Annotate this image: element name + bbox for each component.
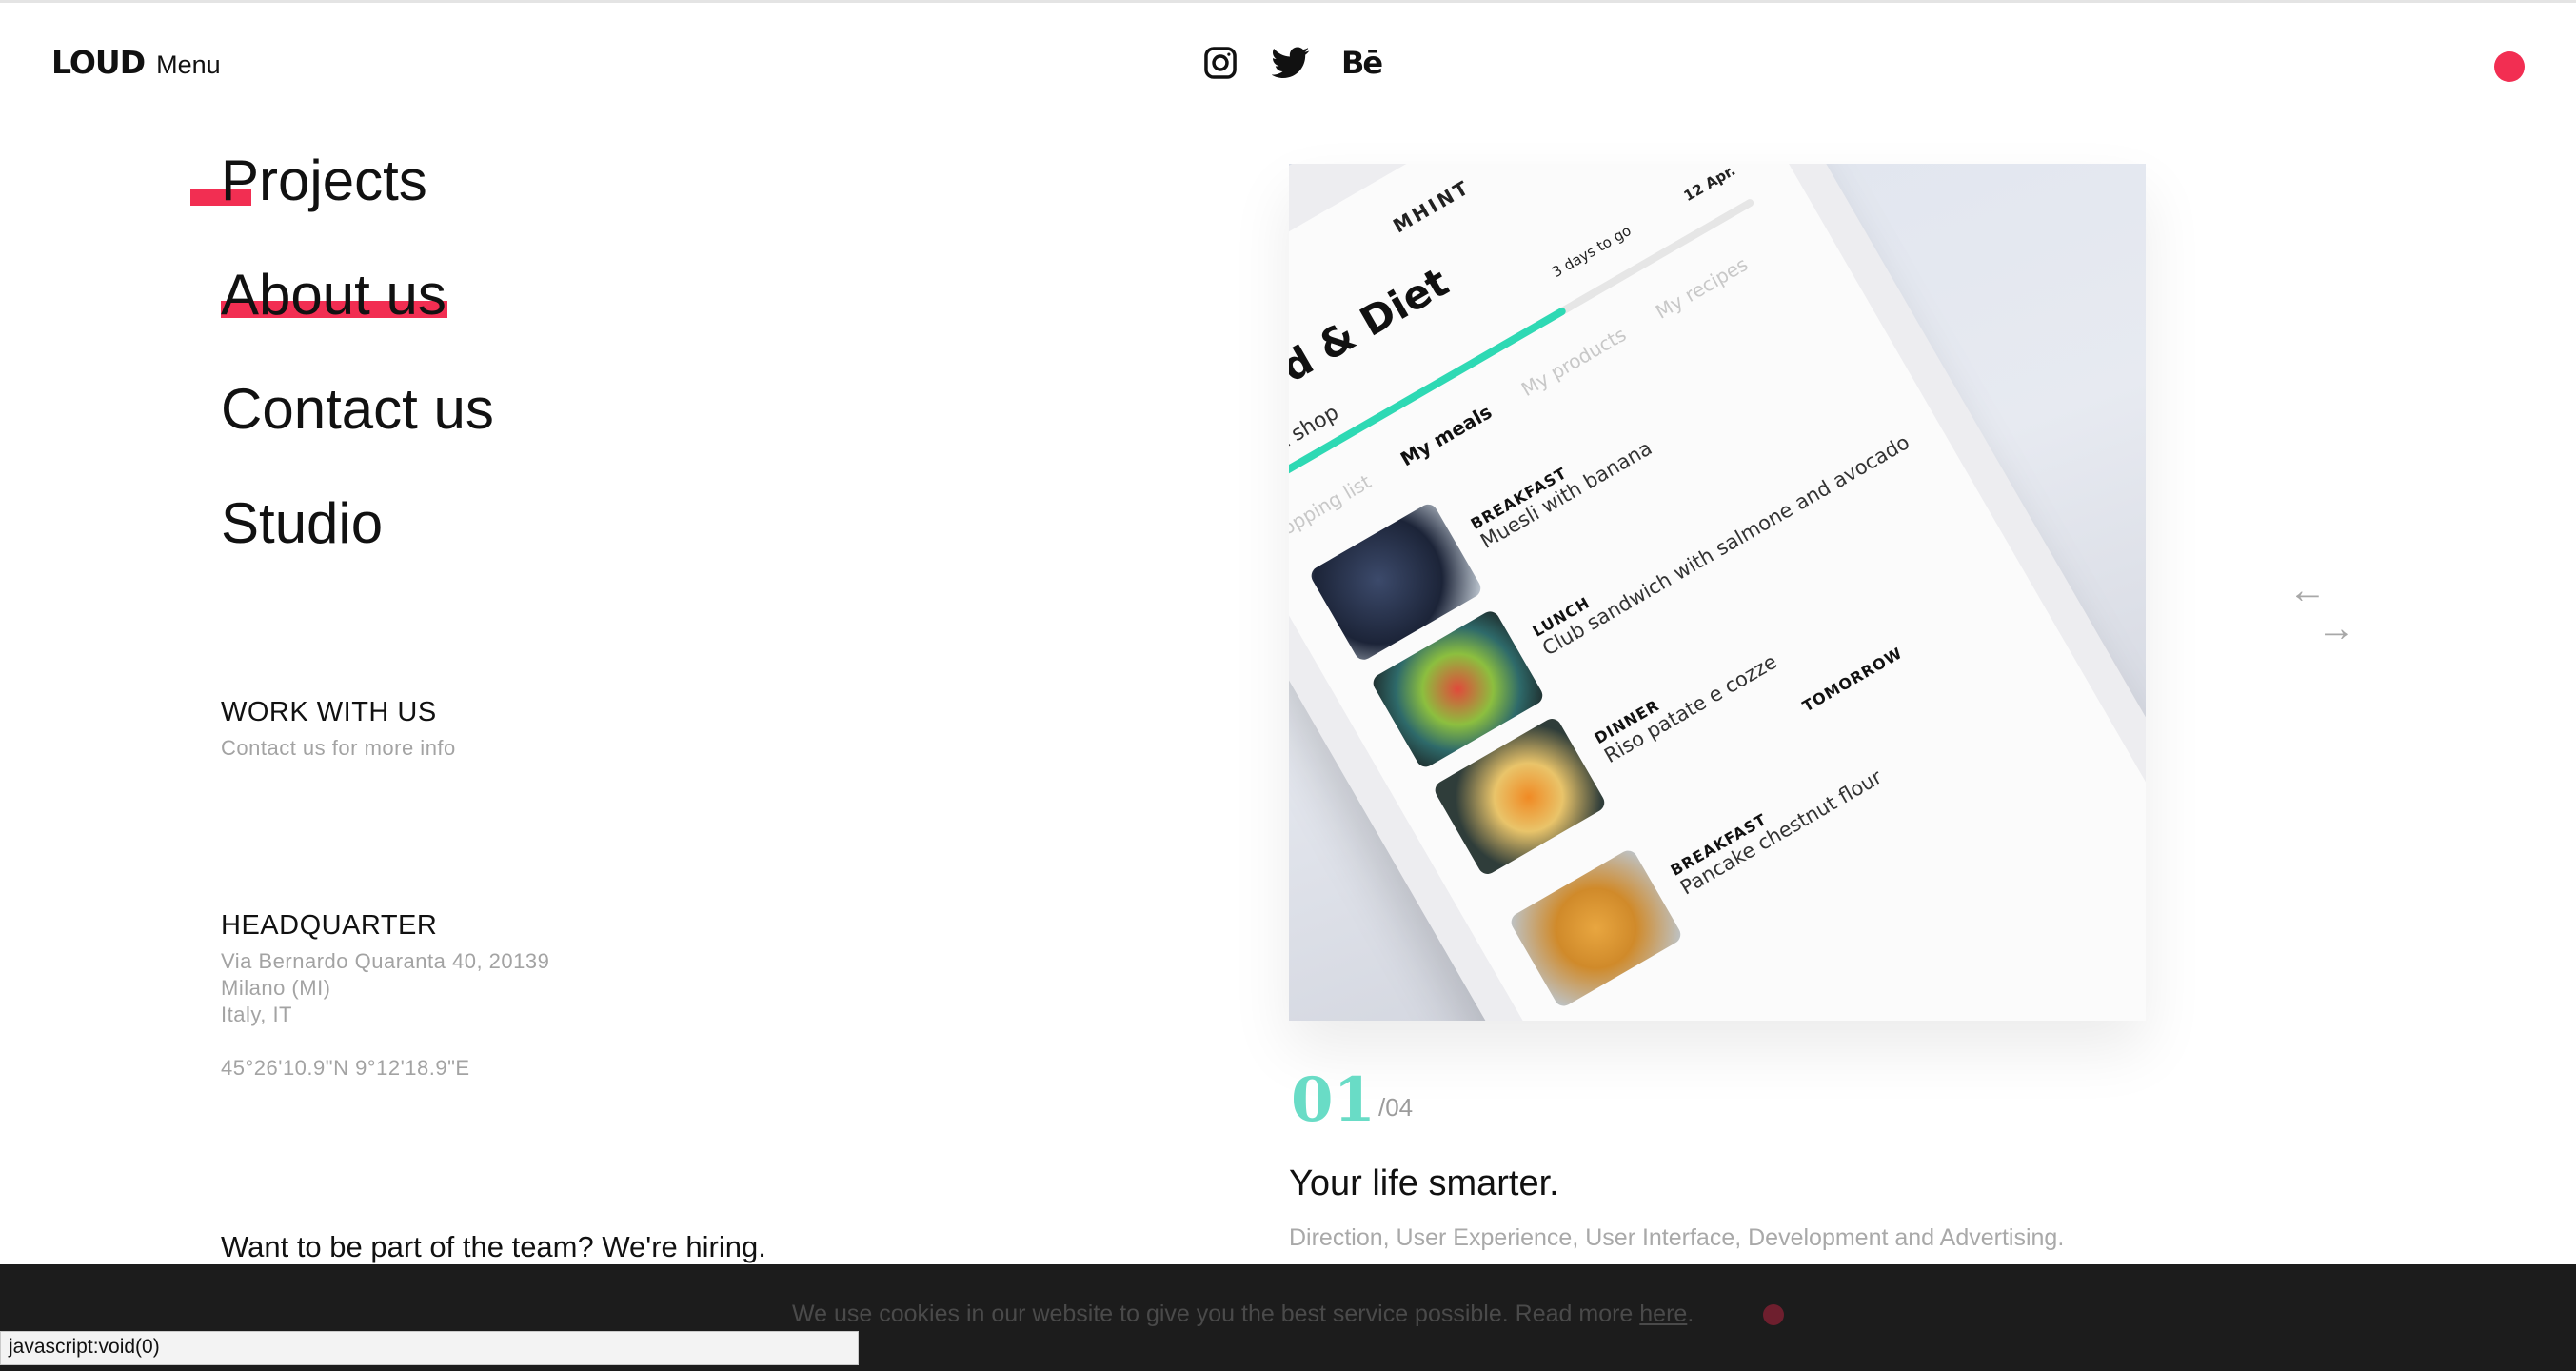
address-line: Via Bernardo Quaranta 40, 20139 (221, 949, 550, 973)
project-image[interactable]: MHINT Food & Diet Next shop 3 days to go… (1289, 164, 2146, 1021)
nav-item-label: Projects (221, 149, 427, 212)
nav-item-about-us[interactable]: About us (221, 267, 446, 324)
tab-my-products: My products (1516, 322, 1631, 402)
header-brand: LOUD Menu (51, 44, 221, 81)
contact-info-link[interactable]: Contact us for more info (221, 735, 456, 762)
phone-mockup: MHINT Food & Diet Next shop 3 days to go… (1289, 164, 2146, 1021)
meal-label: BREAKFAST (1667, 809, 1770, 880)
next-arrow-icon[interactable]: → (2317, 609, 2355, 647)
headquarter-heading: HEADQUARTER (221, 910, 438, 941)
project-description: Direction, User Experience, User Interfa… (1289, 1224, 2065, 1251)
meal-name: Riso patate e cozze (1599, 649, 1781, 767)
instagram-icon[interactable] (1201, 44, 1239, 82)
address-line: Italy, IT (221, 1003, 292, 1026)
hiring-link[interactable]: Want to be part of the team? We're hirin… (221, 1230, 766, 1264)
cookie-suffix: . (1687, 1301, 1694, 1327)
previous-arrow-icon[interactable]: ← (2289, 571, 2327, 609)
tab-shopping-list: opping list (1289, 469, 1376, 540)
meal-name: Pancake chestnut flour (1675, 765, 1886, 900)
menu-button[interactable]: Menu (156, 50, 221, 80)
twitter-icon[interactable] (1272, 44, 1310, 82)
cookie-dismiss-button[interactable] (1763, 1304, 1784, 1325)
nav-item-label: About us (221, 263, 446, 327)
nav-item-contact-us[interactable]: Contact us (221, 381, 494, 438)
phone-screen: MHINT Food & Diet Next shop 3 days to go… (1289, 164, 2146, 1021)
cookie-read-more-link[interactable]: here (1639, 1301, 1687, 1327)
cookie-message: We use cookies in our website to give yo… (792, 1301, 1694, 1328)
project-title[interactable]: Your life smarter. (1289, 1163, 1559, 1204)
tab-my-recipes: My recipes (1651, 252, 1752, 324)
nav-item-label: Studio (221, 491, 384, 555)
nav-item-projects[interactable]: Projects (221, 152, 427, 209)
pancake-photo (1507, 846, 1684, 1010)
app-brandmark: MHINT (1389, 174, 1475, 238)
logo[interactable]: LOUD (51, 44, 146, 81)
nav-item-label: Contact us (221, 377, 494, 441)
shop-date: 12 Apr. (1680, 164, 1739, 206)
app-title: Food & Diet (1289, 258, 1456, 432)
browser-status-bar: javascript:void(0) (0, 1331, 859, 1365)
coordinates: 45°26'10.9"N 9°12'18.9"E (221, 1056, 470, 1080)
menu-dot-button[interactable] (2494, 51, 2525, 82)
behance-icon[interactable]: Bē (1341, 44, 1383, 82)
work-with-us-heading: WORK WITH US (221, 697, 437, 727)
nav-item-studio[interactable]: Studio (221, 495, 383, 552)
tomorrow-label: TOMORROW (1799, 644, 1906, 716)
address-line: Milano (MI) (221, 976, 331, 1000)
tab-my-meals: My meals (1396, 400, 1496, 471)
cookie-text: We use cookies in our website to give yo… (792, 1301, 1634, 1327)
project-total: /04 (1378, 1093, 1414, 1122)
social-links: Bē (1201, 44, 1383, 82)
top-border (0, 0, 2576, 3)
project-number: 01 (1291, 1064, 1377, 1136)
